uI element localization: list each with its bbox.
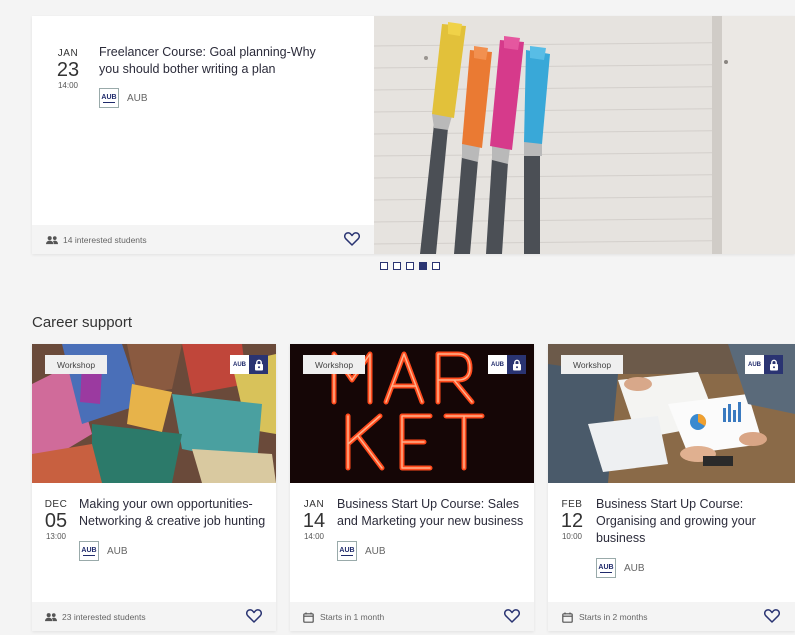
event-date: FEB 12 10:00 <box>560 499 584 543</box>
event-card[interactable]: Workshop AUB FEB 12 10:00 Business Start… <box>548 344 795 631</box>
organizer-name: AUB <box>624 562 645 574</box>
section-title: Career support <box>32 314 133 331</box>
lock-icon <box>507 355 526 374</box>
carousel-dot-active[interactable] <box>419 262 427 270</box>
event-footer: Starts in 2 months <box>548 602 795 631</box>
event-footer: 23 interested students <box>32 602 276 631</box>
event-organizer[interactable]: AUB AUB <box>337 541 386 561</box>
event-footer: 14 interested students <box>32 225 374 254</box>
event-card[interactable]: Workshop AUB DEC 05 13:00 Making your ow… <box>32 344 276 631</box>
featured-event-info: JAN 23 14:00 Freelancer Course: Goal pla… <box>32 16 374 254</box>
event-type-tag: Workshop <box>45 355 108 374</box>
event-organizer[interactable]: AUB AUB <box>79 541 128 561</box>
aub-logo: AUB <box>79 541 99 561</box>
event-time: 14:00 <box>303 532 325 541</box>
aub-logo: AUB <box>596 558 616 578</box>
event-day: 23 <box>56 59 80 81</box>
event-day: 12 <box>560 510 584 532</box>
event-time: 13:00 <box>45 532 67 541</box>
interested-count: 23 interested students <box>62 611 146 622</box>
featured-event-card[interactable]: JAN 23 14:00 Freelancer Course: Goal pla… <box>32 16 795 254</box>
calendar-icon <box>303 612 315 623</box>
lock-icon <box>764 355 783 374</box>
event-organizer[interactable]: AUB AUB <box>596 558 645 578</box>
event-time: 10:00 <box>561 532 583 541</box>
event-footer: Starts in 1 month <box>290 602 534 631</box>
organizer-name: AUB <box>365 545 386 557</box>
organizer-badge: AUB <box>488 355 526 374</box>
event-day: 05 <box>44 510 68 532</box>
carousel-dot[interactable] <box>380 262 388 270</box>
event-card[interactable]: Workshop AUB JAN 14 14:00 Business Start… <box>290 344 534 631</box>
event-card-image[interactable]: Workshop AUB <box>32 344 276 483</box>
organizer-name: AUB <box>107 545 128 557</box>
carousel-pagination <box>380 262 440 270</box>
event-time: 14:00 <box>57 81 79 90</box>
favorite-heart-icon[interactable] <box>503 609 521 623</box>
event-type-tag: Workshop <box>561 355 624 374</box>
interested-count: 14 interested students <box>63 234 147 245</box>
event-start-text: Starts in 1 month <box>320 611 385 622</box>
event-start-text: Starts in 2 months <box>579 611 648 622</box>
featured-event-image[interactable] <box>374 16 795 254</box>
event-card-image[interactable]: Workshop AUB <box>290 344 534 483</box>
people-icon <box>45 612 57 622</box>
lock-icon <box>249 355 268 374</box>
event-title[interactable]: Business Start Up Course: Sales and Mark… <box>337 496 529 530</box>
aub-logo: AUB <box>99 88 119 108</box>
favorite-heart-icon[interactable] <box>343 232 361 246</box>
event-card-image[interactable]: Workshop AUB <box>548 344 795 483</box>
event-date: JAN 23 14:00 <box>54 48 82 92</box>
aub-logo: AUB <box>745 355 764 374</box>
favorite-heart-icon[interactable] <box>245 609 263 623</box>
aub-logo: AUB <box>230 355 249 374</box>
event-organizer[interactable]: AUB AUB <box>99 88 148 108</box>
aub-logo: AUB <box>337 541 357 561</box>
aub-logo: AUB <box>488 355 507 374</box>
organizer-badge: AUB <box>230 355 268 374</box>
event-type-tag: Workshop <box>303 355 366 374</box>
event-day: 14 <box>302 510 326 532</box>
event-date: DEC 05 13:00 <box>44 499 68 543</box>
people-icon <box>46 235 58 245</box>
calendar-icon <box>562 612 574 623</box>
favorite-heart-icon[interactable] <box>763 609 781 623</box>
carousel-dot[interactable] <box>432 262 440 270</box>
event-date: JAN 14 14:00 <box>302 499 326 543</box>
carousel-dot[interactable] <box>406 262 414 270</box>
organizer-badge: AUB <box>745 355 783 374</box>
organizer-name: AUB <box>127 92 148 104</box>
carousel-dot[interactable] <box>393 262 401 270</box>
event-title[interactable]: Making your own opportunities- Networkin… <box>79 496 269 530</box>
event-title[interactable]: Freelancer Course: Goal planning-Why you… <box>99 44 334 78</box>
event-title[interactable]: Business Start Up Course: Organising and… <box>596 496 771 547</box>
